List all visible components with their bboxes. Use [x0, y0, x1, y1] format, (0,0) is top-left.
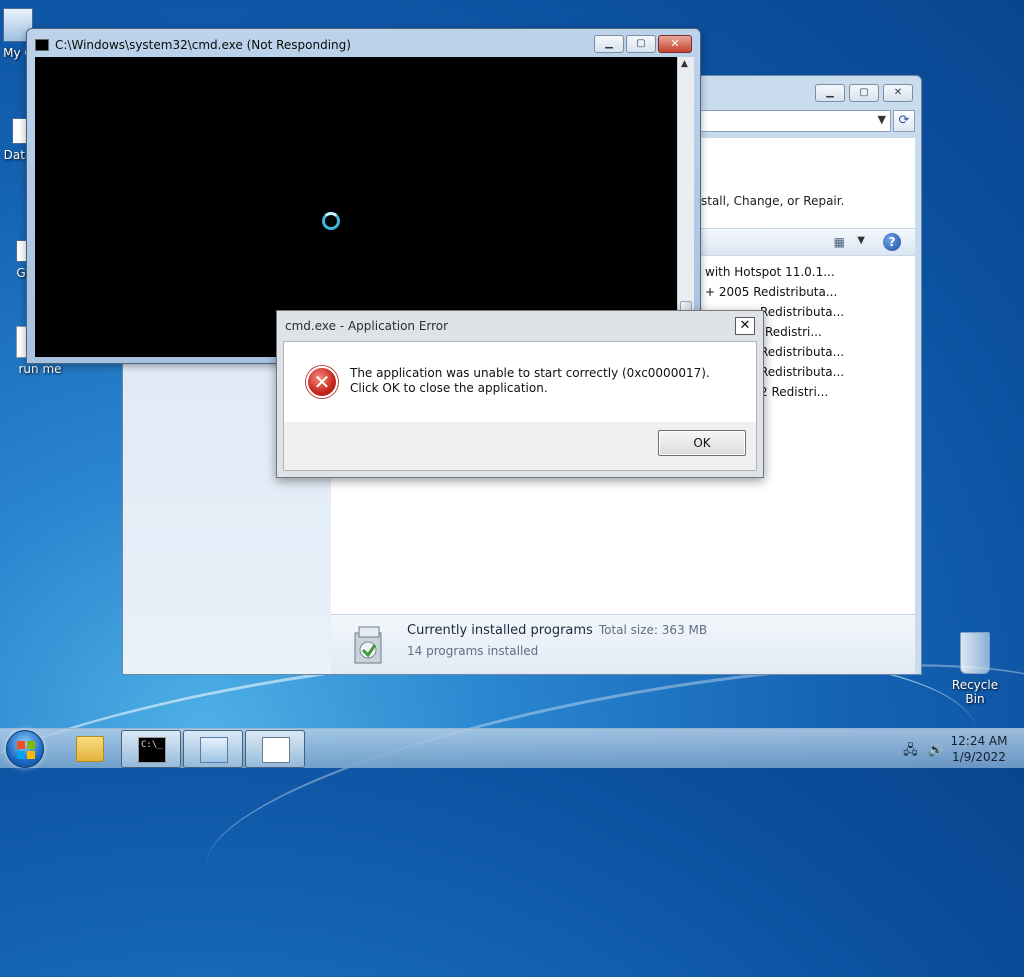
close-button[interactable]: ✕	[883, 84, 913, 102]
error-icon: ✕	[306, 366, 338, 398]
dialog-body: ✕ The application was unable to start co…	[283, 341, 757, 471]
busy-spinner-icon	[322, 212, 340, 230]
console-icon: C:\_	[138, 737, 166, 763]
taskbar-cmd-button[interactable]: C:\_	[121, 730, 181, 768]
list-item[interactable]: with Hotspot 11.0.1...	[705, 262, 844, 282]
chevron-down-icon[interactable]: ▼	[878, 113, 886, 126]
system-tray: 🖧 🔊	[903, 741, 944, 763]
volume-icon[interactable]: 🔊	[928, 743, 944, 758]
views-icon[interactable]: ▦	[834, 235, 845, 249]
taskbar-window-button[interactable]	[245, 730, 305, 768]
taskbar-explorer-button[interactable]	[60, 730, 120, 768]
windows-logo-icon	[17, 741, 35, 759]
installer-icon	[349, 623, 389, 667]
maximize-button[interactable]: ▢	[849, 84, 879, 102]
desktop-icon-label: G	[16, 266, 26, 280]
cmd-title-bar[interactable]: C:\Windows\system32\cmd.exe (Not Respond…	[35, 36, 590, 54]
help-icon[interactable]: ?	[883, 233, 901, 251]
list-item[interactable]: + 2005 Redistributa...	[705, 282, 844, 302]
folder-icon	[76, 736, 104, 762]
clock-time: 12:24 AM	[950, 734, 1008, 748]
window-controls: ▁ ▢ ✕	[815, 84, 913, 102]
desktop-icon-label: run me	[18, 362, 62, 376]
minimize-button[interactable]: ▁	[815, 84, 845, 102]
clock[interactable]: 12:24 AM 1/9/2022	[944, 733, 1014, 765]
minimize-button[interactable]: ▁	[594, 35, 624, 53]
status-title: Currently installed programs	[407, 623, 593, 638]
desktop-icon-recycle-bin[interactable]: Recycle Bin	[942, 632, 1008, 706]
window-icon	[262, 737, 290, 763]
taskbar: C:\_ 🖧 🔊 12:24 AM 1/9/2022	[0, 728, 1024, 768]
network-icon[interactable]: 🖧	[903, 743, 918, 758]
installed-programs-title: Currently installed programs Total size: …	[407, 623, 707, 638]
error-message: The application was unable to start corr…	[350, 366, 710, 395]
control-panel-icon	[200, 737, 228, 763]
window-controls: ▁ ▢ ✕	[594, 35, 692, 53]
dialog-close-button[interactable]: ✕	[735, 317, 755, 335]
taskbar-control-panel-button[interactable]	[183, 730, 243, 768]
start-button[interactable]	[6, 730, 44, 768]
clock-date: 1/9/2022	[952, 750, 1006, 764]
total-size: Total size: 363 MB	[598, 623, 708, 637]
application-error-dialog[interactable]: cmd.exe - Application Error ✕ ✕ The appl…	[276, 310, 764, 478]
console-icon	[35, 39, 49, 51]
close-button[interactable]: ✕	[658, 35, 692, 53]
maximize-button[interactable]: ▢	[626, 35, 656, 53]
scroll-up-icon[interactable]: ▲	[681, 59, 688, 69]
ok-button[interactable]: OK	[658, 430, 746, 456]
programs-description: stall, Change, or Repair.	[701, 194, 845, 208]
refresh-button[interactable]: ⟳	[893, 110, 915, 132]
dialog-title: cmd.exe - Application Error	[285, 319, 449, 333]
chevron-down-icon[interactable]: ▼	[857, 235, 865, 246]
window-title: C:\Windows\system32\cmd.exe (Not Respond…	[55, 38, 351, 52]
desktop-icon-label: Recycle Bin	[951, 678, 999, 706]
dialog-button-strip: OK	[284, 422, 756, 470]
status-bar: Currently installed programs Total size: …	[331, 614, 915, 674]
programs-count: 14 programs installed	[407, 644, 539, 658]
recycle-bin-icon	[960, 632, 990, 674]
